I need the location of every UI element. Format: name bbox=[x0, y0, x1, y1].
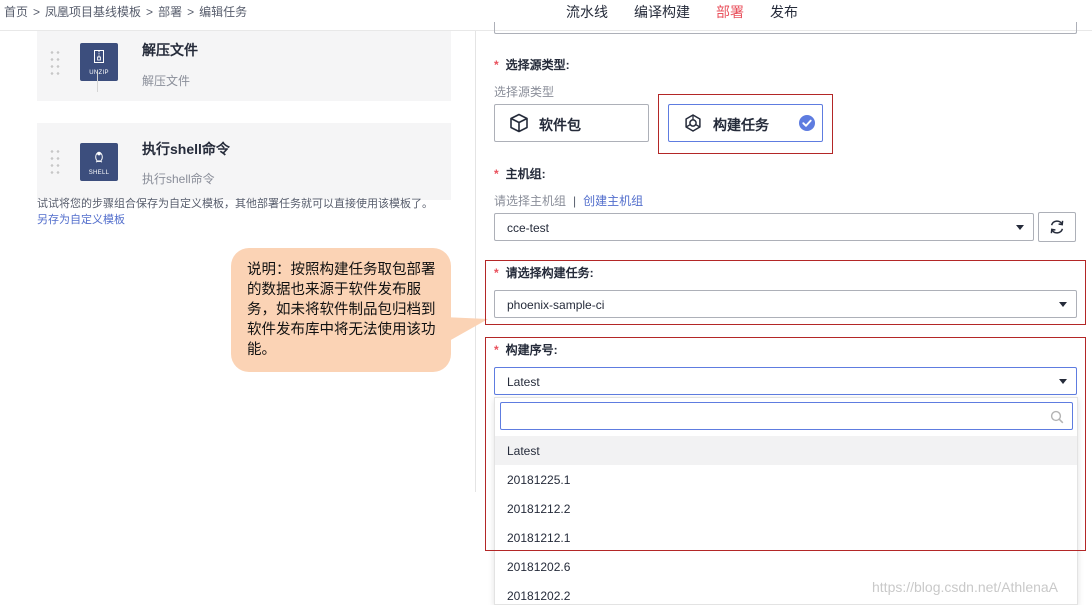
breadcrumb-separator: > bbox=[187, 5, 195, 19]
annotation-text: 说明：按照构建任务取包部署的数据也来源于软件发布服务，如未将软件制品包归档到软件… bbox=[247, 262, 436, 358]
breadcrumb-deploy[interactable]: 部署 bbox=[158, 5, 182, 19]
step-title: 执行shell命令 bbox=[142, 141, 230, 157]
caret-down-icon bbox=[1059, 302, 1067, 307]
step-card-unzip[interactable]: UNZIP 解压文件 解压文件 bbox=[37, 31, 451, 101]
refresh-icon bbox=[1050, 220, 1064, 234]
step-icon-caption: UNZIP bbox=[89, 70, 109, 76]
host-group-label: * 主机组: bbox=[494, 167, 546, 181]
host-group-hint: 请选择主机组 bbox=[494, 194, 567, 208]
build-gear-icon bbox=[685, 114, 701, 132]
step-subtitle: 解压文件 bbox=[142, 74, 191, 88]
breadcrumb-edit-task: 编辑任务 bbox=[199, 5, 248, 19]
tab-deploy[interactable]: 部署 bbox=[716, 2, 744, 22]
dropdown-option[interactable]: 20181202.6 bbox=[495, 552, 1077, 581]
host-group-select[interactable]: cce-test bbox=[494, 213, 1034, 241]
breadcrumb: 首页 > 凤凰项目基线模板 > 部署 > 编辑任务 bbox=[4, 3, 247, 20]
linux-penguin-icon: SHELL bbox=[80, 143, 118, 181]
host-group-value: cce-test bbox=[507, 221, 550, 235]
step-subtitle: 执行shell命令 bbox=[142, 172, 215, 186]
selected-check-icon bbox=[799, 115, 815, 131]
source-type-build-task[interactable]: 构建任务 bbox=[668, 104, 823, 142]
drag-handle-icon[interactable] bbox=[49, 49, 61, 75]
separator: | bbox=[573, 194, 577, 208]
breadcrumb-separator: > bbox=[146, 5, 154, 19]
save-as-template-link[interactable]: 另存为自定义模板 bbox=[37, 211, 125, 227]
tab-pipeline[interactable]: 流水线 bbox=[566, 2, 608, 22]
required-mark: * bbox=[494, 58, 499, 72]
breadcrumb-project-template[interactable]: 凤凰项目基线模板 bbox=[45, 5, 141, 19]
source-type-software-package[interactable]: 软件包 bbox=[494, 104, 649, 142]
breadcrumb-home[interactable]: 首页 bbox=[4, 5, 28, 19]
caret-down-icon bbox=[1016, 225, 1024, 230]
required-mark: * bbox=[494, 167, 499, 181]
build-task-select[interactable]: phoenix-sample-ci bbox=[494, 290, 1077, 318]
zip-file-icon: UNZIP bbox=[80, 43, 118, 81]
previous-field bbox=[494, 22, 1077, 34]
step-card-shell[interactable]: SHELL 执行shell命令 执行shell命令 bbox=[37, 123, 451, 200]
tab-compile-build[interactable]: 编译构建 bbox=[634, 2, 690, 22]
save-template-tip: 试试将您的步骤组合保存为自定义模板，其他部署任务就可以直接使用该模板了。 bbox=[37, 198, 433, 210]
step-connector bbox=[97, 70, 98, 92]
drag-handle-icon[interactable] bbox=[49, 148, 61, 174]
tab-release[interactable]: 发布 bbox=[770, 2, 798, 22]
step-icon-caption: SHELL bbox=[88, 170, 110, 176]
watermark: https://blog.csdn.net/AthlenaA bbox=[872, 579, 1059, 595]
create-host-group-link[interactable]: 创建主机组 bbox=[583, 194, 643, 208]
package-cube-icon bbox=[510, 113, 528, 133]
source-type-label: * 选择源类型: bbox=[494, 58, 570, 72]
highlight-box-build-number bbox=[485, 337, 1086, 551]
source-option-label: 软件包 bbox=[539, 117, 581, 133]
host-group-hint-row: 请选择主机组 | 创建主机组 bbox=[494, 192, 643, 209]
source-option-label: 构建任务 bbox=[713, 117, 769, 133]
refresh-host-group-button[interactable] bbox=[1038, 212, 1076, 242]
step-title: 解压文件 bbox=[142, 42, 198, 58]
source-type-hint: 选择源类型 bbox=[494, 85, 555, 99]
build-task-value: phoenix-sample-ci bbox=[507, 298, 605, 312]
required-mark: * bbox=[494, 266, 499, 280]
build-task-label: * 请选择构建任务: bbox=[494, 266, 594, 280]
breadcrumb-separator: > bbox=[33, 5, 41, 19]
